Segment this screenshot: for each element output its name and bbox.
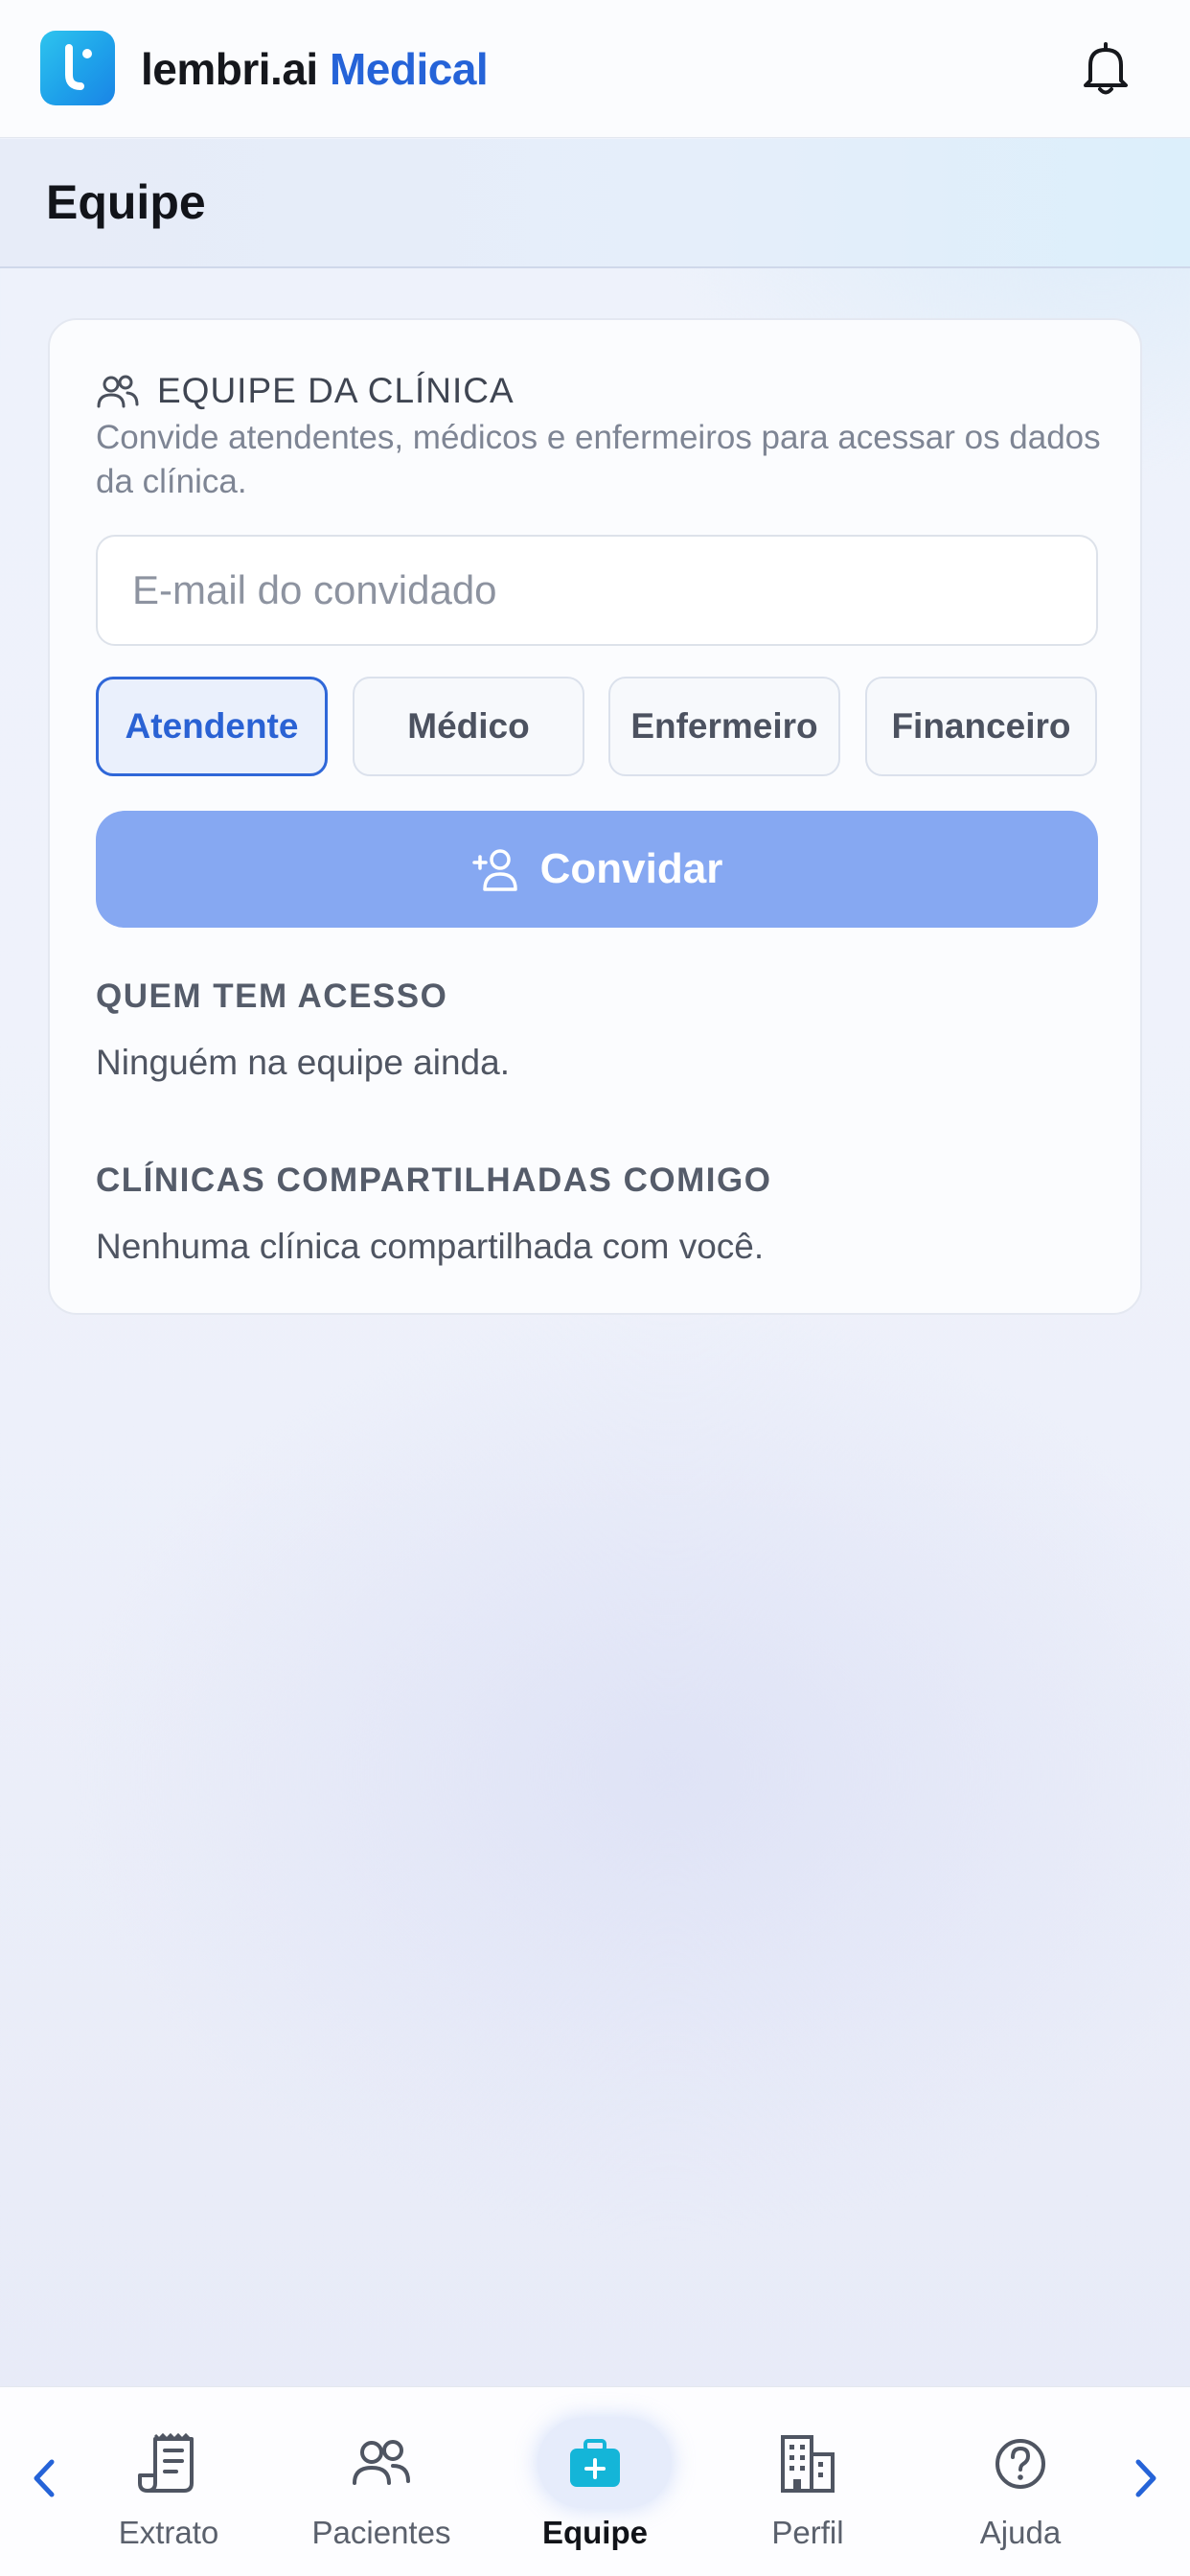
nav-item-label: Extrato: [118, 2515, 219, 2550]
access-heading: QUEM TEM ACESSO: [96, 978, 448, 1015]
users-icon: [353, 2440, 410, 2485]
brand-primary: lembri.ai: [141, 44, 318, 94]
top-app-bar: lembri.ai Medical: [0, 0, 1190, 138]
lembri-logo-icon[interactable]: [40, 31, 115, 105]
brand-secondary: Medical: [329, 44, 489, 94]
role-option-atendente[interactable]: Atendente: [96, 677, 328, 776]
role-option-financeiro[interactable]: Financeiro: [865, 677, 1097, 776]
page-title: Equipe: [46, 175, 206, 229]
chevron-left-icon[interactable]: [23, 2452, 65, 2504]
team-section-header: EQUIPE DA CLÍNICA: [96, 370, 515, 412]
team-card: EQUIPE DA CLÍNICA Convide atendentes, mé…: [48, 318, 1142, 1315]
invite-button-label: Convidar: [539, 845, 723, 892]
role-selector: Atendente Médico Enfermeiro Financeiro: [96, 677, 1098, 776]
receipt-icon: [138, 2432, 194, 2493]
chevron-right-icon[interactable]: [1125, 2452, 1167, 2504]
shared-clinics-empty-text: Nenhuma clínica compartilhada com você.: [96, 1227, 765, 1266]
nav-item-ajuda[interactable]: Ajuda: [925, 2387, 1116, 2576]
help-circle-icon: [995, 2439, 1045, 2489]
user-plus-icon: [471, 849, 517, 891]
building-icon: [781, 2435, 835, 2493]
nav-item-label: Perfil: [771, 2515, 844, 2550]
team-section-description: Convide atendentes, médicos e enfermeiro…: [96, 419, 1101, 500]
brand-name: lembri.ai Medical: [141, 42, 489, 96]
role-option-enfermeiro[interactable]: Enfermeiro: [608, 677, 840, 776]
role-option-medico[interactable]: Médico: [353, 677, 584, 776]
medical-kit-icon: [570, 2439, 620, 2487]
nav-item-extrato[interactable]: Extrato: [73, 2387, 264, 2576]
nav-item-label: Pacientes: [311, 2515, 451, 2550]
access-empty-text: Ninguém na equipe ainda.: [96, 1043, 510, 1082]
nav-item-equipe[interactable]: Equipe: [499, 2387, 691, 2576]
bell-icon[interactable]: [1075, 38, 1136, 100]
nav-item-label: Equipe: [541, 2515, 648, 2550]
team-section-title: EQUIPE DA CLÍNICA: [157, 371, 515, 410]
invite-email-input[interactable]: [96, 535, 1098, 646]
invite-button[interactable]: Convidar: [96, 811, 1098, 928]
bottom-navigation: Extrato Pacientes Equipe Perfil Ajuda: [0, 2386, 1190, 2576]
page-header: Equipe: [0, 139, 1190, 268]
nav-item-pacientes[interactable]: Pacientes: [286, 2387, 477, 2576]
nav-item-perfil[interactable]: Perfil: [712, 2387, 904, 2576]
shared-clinics-heading: CLÍNICAS COMPARTILHADAS COMIGO: [96, 1162, 772, 1199]
users-icon: [97, 375, 139, 408]
nav-item-label: Ajuda: [979, 2515, 1062, 2550]
